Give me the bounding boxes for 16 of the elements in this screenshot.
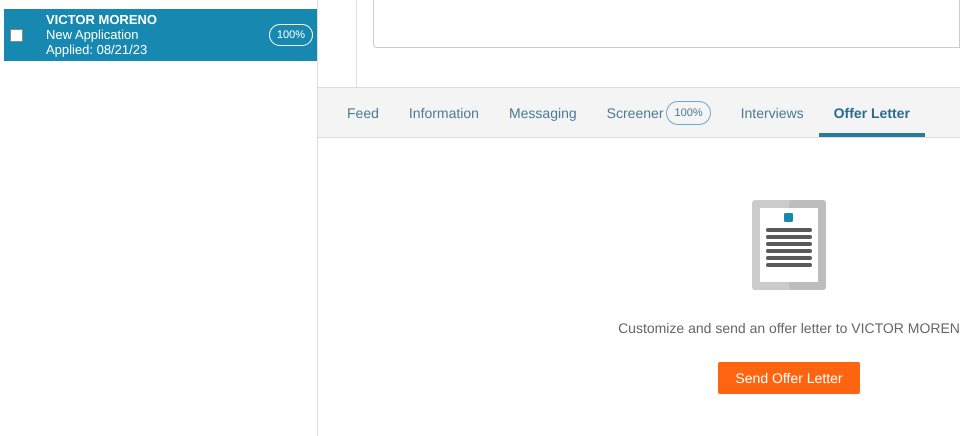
- candidate-status: New Application: [46, 27, 140, 42]
- document-icon: [752, 200, 826, 290]
- candidate-name: VICTOR MORENO: [46, 13, 158, 27]
- tab[interactable]: Screener 100%: [592, 88, 726, 137]
- checkbox[interactable]: [10, 28, 23, 42]
- score-badge: 100%: [268, 24, 313, 46]
- tab[interactable]: Messaging: [494, 88, 592, 137]
- candidate-row[interactable]: VICTOR MORENO New Application Applied: 08/21/23 100%: [4, 9, 317, 61]
- send-offer-letter-button[interactable]: Send Offer Letter: [718, 362, 860, 394]
- applied-date: Applied: 08/21/23: [46, 42, 148, 57]
- tab[interactable]: Information: [394, 88, 494, 137]
- score-badge: 100%: [666, 100, 711, 124]
- offer-letter-message: Customize and send an offer letter to VICTOR MOREN: [618, 320, 960, 336]
- tab[interactable]: Offer Letter: [818, 88, 925, 137]
- tab[interactable]: Interviews: [726, 88, 819, 137]
- tab[interactable]: Feed: [332, 88, 394, 137]
